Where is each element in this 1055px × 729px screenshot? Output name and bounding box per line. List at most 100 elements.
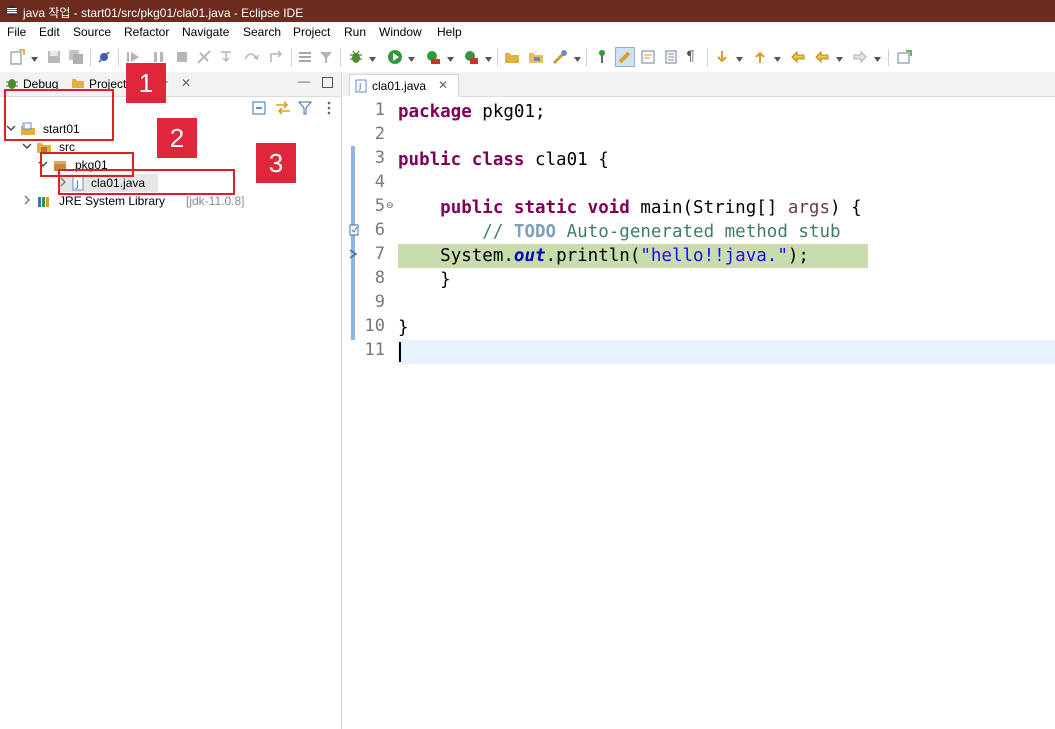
tab-cla01-java[interactable]: J cla01.java ✕ <box>349 74 459 97</box>
line-number: 1 <box>374 100 385 120</box>
show-source-icon[interactable] <box>663 49 679 65</box>
close-icon[interactable]: ✕ <box>438 78 448 92</box>
annotation-badge-2: 2 <box>157 118 197 158</box>
toolbar-separator <box>586 49 587 66</box>
menu-file[interactable]: File <box>7 25 26 39</box>
chevron-down-icon[interactable] <box>22 141 32 151</box>
annotation-box-1 <box>4 89 114 141</box>
code-text: ); <box>787 246 809 266</box>
toolbar-separator <box>497 49 498 66</box>
tree-item-suffix: [jdk-11.0.8] <box>186 194 245 208</box>
coverage-icon[interactable] <box>425 49 441 65</box>
annotation-badge-1: 1 <box>126 63 166 103</box>
search-icon[interactable] <box>552 49 568 65</box>
menu-search[interactable]: Search <box>243 25 281 39</box>
use-step-filters-icon[interactable] <box>318 49 334 65</box>
code-text: ) { <box>830 198 862 218</box>
show-whitespace-icon[interactable]: ¶ <box>686 49 702 65</box>
minimize-icon[interactable]: — <box>298 74 310 88</box>
previous-annotation-icon[interactable] <box>752 49 768 65</box>
drop-to-frame-icon[interactable] <box>297 49 313 65</box>
menu-edit[interactable]: Edit <box>39 25 60 39</box>
last-edit-location-icon[interactable] <box>790 49 806 65</box>
open-task-icon[interactable] <box>528 49 544 65</box>
close-icon[interactable]: ✕ <box>181 76 191 90</box>
menu-run[interactable]: Run <box>344 25 366 39</box>
forward-dropdown-icon[interactable] <box>874 52 881 62</box>
code-area[interactable]: package pkg01; public class cla01 { publ… <box>398 96 1055 729</box>
folder-icon <box>72 79 84 88</box>
toolbar-separator <box>291 49 292 66</box>
run-icon[interactable] <box>387 49 403 65</box>
forward-icon[interactable] <box>852 49 868 65</box>
comment: Auto-generated method stub <box>556 222 841 242</box>
code-line: package pkg01; <box>398 100 546 124</box>
line-number: 9 <box>374 292 385 312</box>
save-icon[interactable] <box>46 49 62 65</box>
next-annotation-dropdown-icon[interactable] <box>736 52 743 62</box>
coverage-dropdown-icon[interactable] <box>447 52 454 62</box>
keyword: public static void <box>440 198 630 218</box>
disconnect-icon[interactable] <box>196 49 212 65</box>
keyword: public class <box>398 150 525 170</box>
keyword: package <box>398 102 472 122</box>
back-dropdown-icon[interactable] <box>836 52 843 62</box>
previous-annotation-dropdown-icon[interactable] <box>774 52 781 62</box>
toolbar-separator <box>888 49 889 66</box>
filter-icon[interactable] <box>298 101 312 115</box>
chevron-right-icon[interactable] <box>22 195 32 205</box>
debug-dropdown-icon[interactable] <box>369 52 376 62</box>
collapse-all-icon[interactable] <box>252 101 266 115</box>
line-number: 2 <box>374 124 385 144</box>
debug-icon[interactable] <box>348 49 364 65</box>
view-menu-icon[interactable] <box>326 101 332 115</box>
menu-project[interactable]: Project <box>293 25 330 39</box>
external-tools-dropdown-icon[interactable] <box>485 52 492 62</box>
step-over-icon[interactable] <box>243 49 259 65</box>
line-number: 5 <box>374 196 385 216</box>
toggle-java-editor-icon[interactable] <box>594 49 610 65</box>
comment: // <box>482 222 514 242</box>
menu-help[interactable]: Help <box>437 25 462 39</box>
run-dropdown-icon[interactable] <box>408 52 415 62</box>
todo-tag: TODO <box>513 222 557 242</box>
back-icon[interactable] <box>814 49 830 65</box>
search-dropdown-icon[interactable] <box>574 52 581 62</box>
terminate-icon[interactable] <box>174 49 190 65</box>
menu-navigate[interactable]: Navigate <box>182 25 229 39</box>
mark-occurrences-icon[interactable] <box>615 47 635 67</box>
code-text: cla01 { <box>524 150 609 170</box>
parameter: args <box>787 198 831 218</box>
maximize-icon[interactable] <box>322 77 333 88</box>
next-annotation-icon[interactable] <box>714 49 730 65</box>
save-all-icon[interactable] <box>68 49 84 65</box>
text-caret <box>399 342 401 362</box>
menu-source[interactable]: Source <box>73 25 111 39</box>
open-type-icon[interactable] <box>504 49 520 65</box>
fold-collapse-icon[interactable]: ⊖ <box>386 200 394 211</box>
cursor-line-highlight <box>398 340 1055 364</box>
skip-breakpoints-icon[interactable] <box>96 49 112 65</box>
line-number-ruler: 1 2 3 4 5 ⊖ 6 7 8 9 10 11 <box>343 96 395 729</box>
pane-divider[interactable] <box>341 72 342 729</box>
menu-bar: File Edit Source Refactor Navigate Searc… <box>0 22 1055 43</box>
window-title: java 작업 - start01/src/pkg01/cla01.java -… <box>23 6 304 20</box>
link-with-editor-icon[interactable] <box>275 101 291 115</box>
static-field: out <box>513 246 546 266</box>
menu-window[interactable]: Window <box>379 25 422 39</box>
annotation-box-3 <box>58 169 235 195</box>
menu-refactor[interactable]: Refactor <box>124 25 169 39</box>
editor-tab-label: cla01.java <box>372 79 427 93</box>
step-into-icon[interactable] <box>218 49 234 65</box>
new-window-icon[interactable] <box>896 49 912 65</box>
new-dropdown-icon[interactable] <box>31 52 38 62</box>
toggle-block-selection-icon[interactable] <box>640 49 656 65</box>
external-tools-icon[interactable] <box>463 49 479 65</box>
line-number: 3 <box>374 148 385 168</box>
toolbar-separator <box>118 49 119 66</box>
new-icon[interactable] <box>9 49 25 65</box>
step-return-icon[interactable] <box>268 49 284 65</box>
string-literal: "hello!!java." <box>640 246 788 266</box>
editor-tabs: J cla01.java ✕ <box>343 72 1055 97</box>
